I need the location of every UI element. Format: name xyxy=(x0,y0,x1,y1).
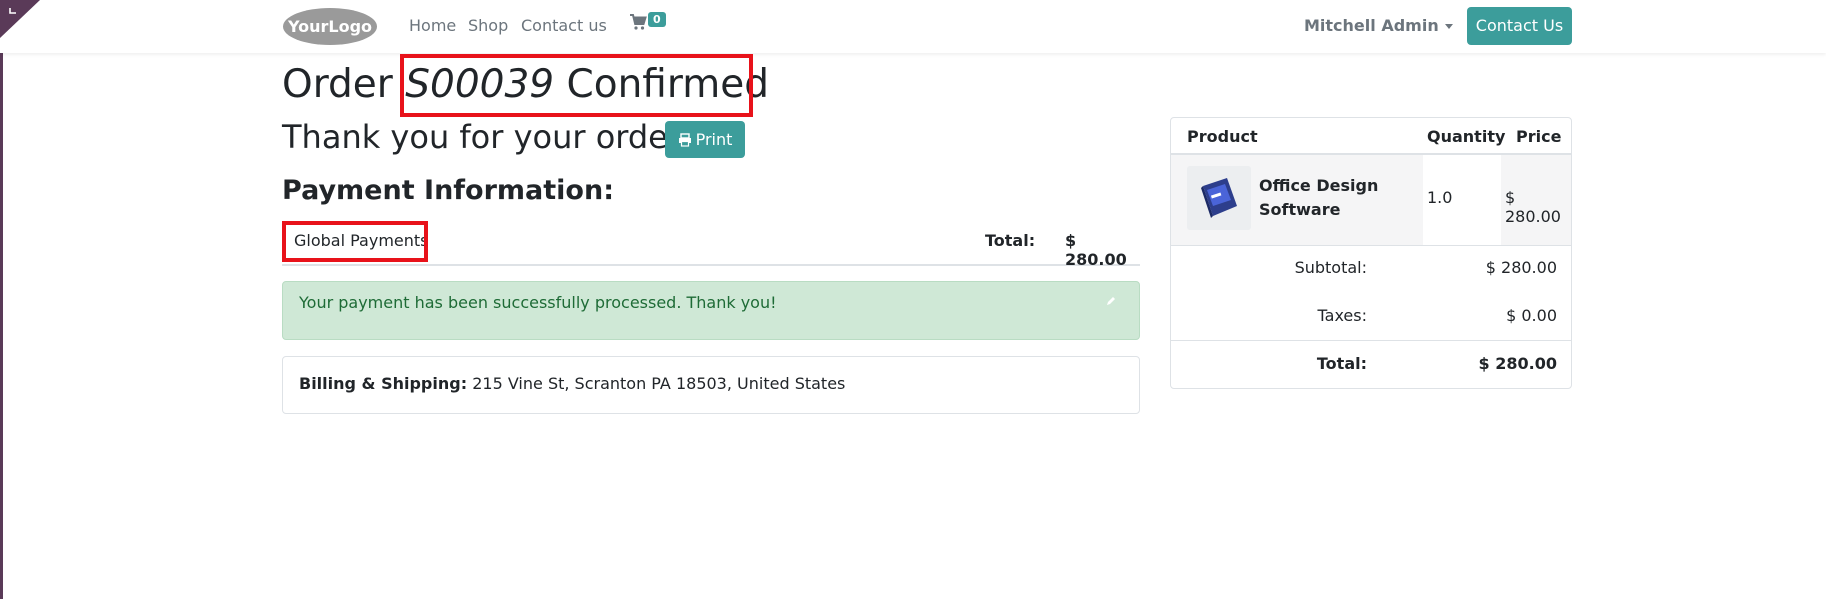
billing-address: 215 Vine St, Scranton PA 18503, United S… xyxy=(472,374,846,393)
billing-shipping-text: Billing & Shipping: 215 Vine St, Scranto… xyxy=(299,374,845,393)
cart-count-badge: 0 xyxy=(648,12,666,27)
pencil-icon[interactable] xyxy=(1105,295,1117,307)
corner-fold-icon xyxy=(0,0,40,38)
total-value: $ 280.00 xyxy=(1478,354,1557,373)
highlight-box-payment-method xyxy=(282,221,428,262)
thank-you-heading: Thank you for your order. xyxy=(282,118,689,156)
payment-total-value: $ 280.00 xyxy=(1065,231,1127,269)
logo-text: YourLogo xyxy=(287,17,372,36)
billing-label: Billing & Shipping: xyxy=(299,374,468,393)
nav-home[interactable]: Home xyxy=(409,16,456,35)
product-price: $ 280.00 xyxy=(1505,188,1561,226)
order-prefix: Order xyxy=(282,62,393,107)
top-navbar: YourLogo Home Shop Contact us 0 Mitchell… xyxy=(0,0,1826,53)
subtotal-value: $ 280.00 xyxy=(1485,258,1557,277)
user-menu[interactable]: Mitchell Admin xyxy=(1304,16,1453,35)
chevron-down-icon xyxy=(1444,24,1453,29)
print-button[interactable]: Print xyxy=(665,121,745,158)
print-label: Print xyxy=(695,130,733,149)
column-header-quantity: Quantity xyxy=(1427,127,1506,146)
subtotal-label: Subtotal: xyxy=(1294,258,1367,277)
order-summary-table: Product Quantity Price Office Design Sof… xyxy=(1170,117,1572,389)
product-name[interactable]: Office Design Software xyxy=(1259,174,1399,222)
product-row-divider xyxy=(1171,245,1571,246)
alert-message: Your payment has been successfully proce… xyxy=(299,293,777,312)
software-box-image xyxy=(1201,178,1237,218)
printer-icon xyxy=(678,133,691,147)
taxes-value: $ 0.00 xyxy=(1506,306,1557,325)
payment-info-heading: Payment Information: xyxy=(282,175,614,206)
user-name: Mitchell Admin xyxy=(1304,16,1439,35)
column-header-product: Product xyxy=(1187,127,1258,146)
highlight-box-order-number xyxy=(400,54,753,117)
billing-shipping-card: Billing & Shipping: 215 Vine St, Scranto… xyxy=(282,356,1140,414)
cart-icon[interactable] xyxy=(629,13,647,31)
contact-us-button[interactable]: Contact Us xyxy=(1467,7,1572,45)
payment-total-label: Total: xyxy=(985,231,1036,250)
column-header-price: Price xyxy=(1516,127,1562,146)
nav-contact-us[interactable]: Contact us xyxy=(521,16,607,35)
window-left-edge xyxy=(0,0,3,599)
company-logo[interactable]: YourLogo xyxy=(282,7,378,46)
product-quantity: 1.0 xyxy=(1427,188,1453,207)
total-label: Total: xyxy=(1316,354,1367,373)
payment-success-alert: Your payment has been successfully proce… xyxy=(282,281,1140,340)
product-thumbnail[interactable] xyxy=(1187,166,1251,230)
nav-shop[interactable]: Shop xyxy=(468,16,508,35)
total-divider xyxy=(1171,340,1571,341)
taxes-label: Taxes: xyxy=(1317,306,1367,325)
